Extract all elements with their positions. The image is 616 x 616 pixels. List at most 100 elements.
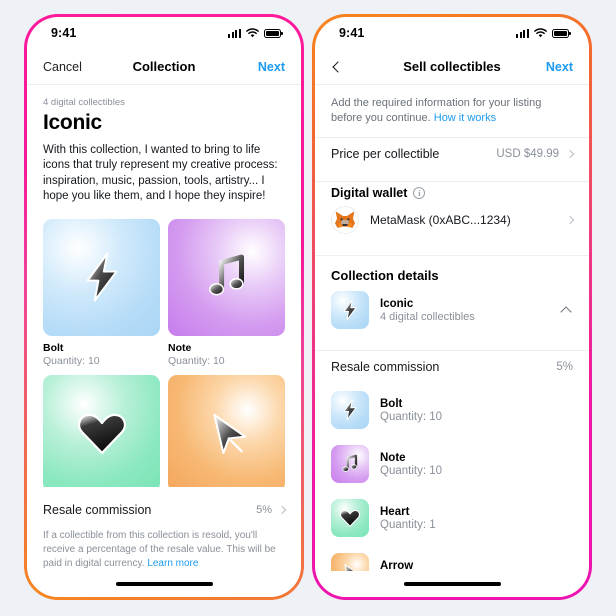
status-bar: 9:41 xyxy=(315,17,589,49)
wallet-row[interactable]: MetaMask (0xABC...1234) xyxy=(315,202,589,244)
home-indicator-wrap xyxy=(315,571,589,597)
arrow-cursor-icon xyxy=(168,374,285,492)
lightning-bolt-icon xyxy=(343,299,357,321)
wifi-icon xyxy=(534,28,547,38)
collectible-name: Note xyxy=(168,341,192,354)
resale-commission-value-wrap: 5% xyxy=(256,504,287,516)
lightning-bolt-icon xyxy=(86,252,117,302)
metamask-fox-icon xyxy=(335,211,355,228)
resale-commission-row[interactable]: Resale commission 5% xyxy=(43,499,287,519)
list-item[interactable]: Note Quantity: 10 xyxy=(315,437,589,491)
learn-more-link[interactable]: Learn more xyxy=(147,558,198,569)
chevron-right-icon xyxy=(565,149,575,159)
home-indicator xyxy=(115,582,213,586)
resale-commission-row: Resale commission 5% xyxy=(315,351,589,383)
collectible-card[interactable]: Note Quantity: 10 xyxy=(168,218,285,367)
cellular-bars-icon xyxy=(516,28,529,38)
resale-commission-label: Resale commission xyxy=(331,360,440,374)
lightning-bolt-icon xyxy=(343,399,357,421)
arrow-cursor-icon xyxy=(212,414,246,455)
info-circle-icon[interactable]: i xyxy=(413,187,426,199)
item-name: Arrow xyxy=(380,559,414,572)
battery-icon xyxy=(552,28,571,38)
nav-bar-sell: Sell collectibles Next xyxy=(315,49,589,85)
item-quantity: Quantity: 10 xyxy=(380,464,443,477)
music-note-icon xyxy=(168,218,285,336)
list-item-meta: Bolt Quantity: 10 xyxy=(380,398,442,423)
price-label: Price per collectible xyxy=(331,147,440,161)
chevron-right-icon xyxy=(565,215,575,225)
next-button[interactable]: Next xyxy=(243,60,285,74)
collection-summary-meta: Iconic 4 digital collectibles xyxy=(380,298,551,323)
heart-icon xyxy=(77,413,126,455)
home-indicator-wrap xyxy=(43,571,285,597)
sell-body[interactable]: Add the required information for your li… xyxy=(315,85,589,597)
battery-icon xyxy=(264,28,283,38)
heart-icon xyxy=(331,499,369,537)
digital-wallet-label: Digital wallet xyxy=(331,186,408,200)
music-note-icon xyxy=(331,445,369,483)
resale-commission-label: Resale commission xyxy=(43,503,152,517)
cancel-button[interactable]: Cancel xyxy=(43,60,85,74)
status-icons xyxy=(228,28,283,38)
collection-header: 4 digital collectibles Iconic With this … xyxy=(27,97,301,205)
status-time: 9:41 xyxy=(51,26,77,40)
page-title: Sell collectibles xyxy=(403,59,501,74)
collection-title: Iconic xyxy=(43,111,102,134)
wallet-name: MetaMask (0xABC...1234) xyxy=(370,213,511,227)
collectible-grid-wrap: Bolt Quantity: 10 Note Quantity: 10 xyxy=(27,218,301,523)
music-note-icon xyxy=(208,254,244,296)
list-item[interactable]: Heart Quantity: 1 xyxy=(315,491,589,545)
page-title: Collection xyxy=(132,59,196,74)
item-name: Heart xyxy=(380,505,410,518)
cellular-bars-icon xyxy=(228,28,241,38)
collection-count-label: 4 digital collectibles xyxy=(43,97,125,108)
resale-commission-card: Resale commission 5% If a collectible fr… xyxy=(27,487,301,597)
nav-bar-collection: Cancel Collection Next xyxy=(27,49,301,85)
item-quantity: Quantity: 10 xyxy=(380,410,443,423)
collection-name: Iconic xyxy=(380,297,414,310)
next-button[interactable]: Next xyxy=(531,60,573,74)
collection-body[interactable]: 4 digital collectibles Iconic With this … xyxy=(27,85,301,597)
list-item-meta: Note Quantity: 10 xyxy=(380,452,442,477)
music-note-icon xyxy=(342,454,358,472)
item-name: Bolt xyxy=(380,397,403,410)
collectible-grid: Bolt Quantity: 10 Note Quantity: 10 xyxy=(27,218,301,523)
screen-collection: 9:41 Cancel Collection Next 4 digital co… xyxy=(27,17,301,597)
price-value: USD $49.99 xyxy=(496,148,559,160)
resale-commission-description: If a collectible from this collection is… xyxy=(43,529,285,571)
item-quantity: Quantity: 1 xyxy=(380,518,436,531)
digital-wallet-header: Digital wallet i xyxy=(315,182,589,202)
metamask-fox-icon xyxy=(331,206,359,234)
wifi-icon xyxy=(246,28,259,38)
lightning-bolt-icon xyxy=(331,391,369,429)
back-button[interactable] xyxy=(331,60,373,74)
collection-details-heading: Collection details xyxy=(331,268,439,283)
screen-sell-collectibles: 9:41 Sell collectibles Next Add the requ… xyxy=(315,17,589,597)
lightning-bolt-icon xyxy=(43,218,160,336)
heart-icon xyxy=(340,509,360,527)
collection-description: With this collection, I wanted to bring … xyxy=(43,144,278,203)
chevron-left-icon xyxy=(332,60,344,73)
item-name: Note xyxy=(380,451,406,464)
home-indicator xyxy=(403,582,501,586)
status-icons xyxy=(516,28,571,38)
how-it-works-link[interactable]: How it works xyxy=(434,112,496,124)
price-per-collectible-row[interactable]: Price per collectible USD $49.99 xyxy=(315,138,589,170)
status-time: 9:41 xyxy=(339,26,365,40)
list-item[interactable]: Bolt Quantity: 10 xyxy=(315,383,589,437)
list-item-meta: Heart Quantity: 1 xyxy=(380,506,436,531)
status-bar: 9:41 xyxy=(27,17,301,49)
collectible-name: Bolt xyxy=(43,341,64,354)
phone-collection-screen: 9:41 Cancel Collection Next 4 digital co… xyxy=(24,14,304,600)
price-value-wrap: USD $49.99 xyxy=(496,148,575,160)
collection-subtitle: 4 digital collectibles xyxy=(380,310,475,323)
lightning-bolt-icon xyxy=(331,291,369,329)
resale-commission-value: 5% xyxy=(256,504,272,516)
collectible-quantity: Quantity: 10 xyxy=(168,354,225,367)
collectible-card[interactable]: Bolt Quantity: 10 xyxy=(43,218,160,367)
chevron-up-icon[interactable] xyxy=(560,305,572,318)
phone-sell-collectibles-screen: 9:41 Sell collectibles Next Add the requ… xyxy=(312,14,592,600)
collection-summary-row[interactable]: Iconic 4 digital collectibles xyxy=(315,291,589,339)
collectible-quantity: Quantity: 10 xyxy=(43,354,100,367)
